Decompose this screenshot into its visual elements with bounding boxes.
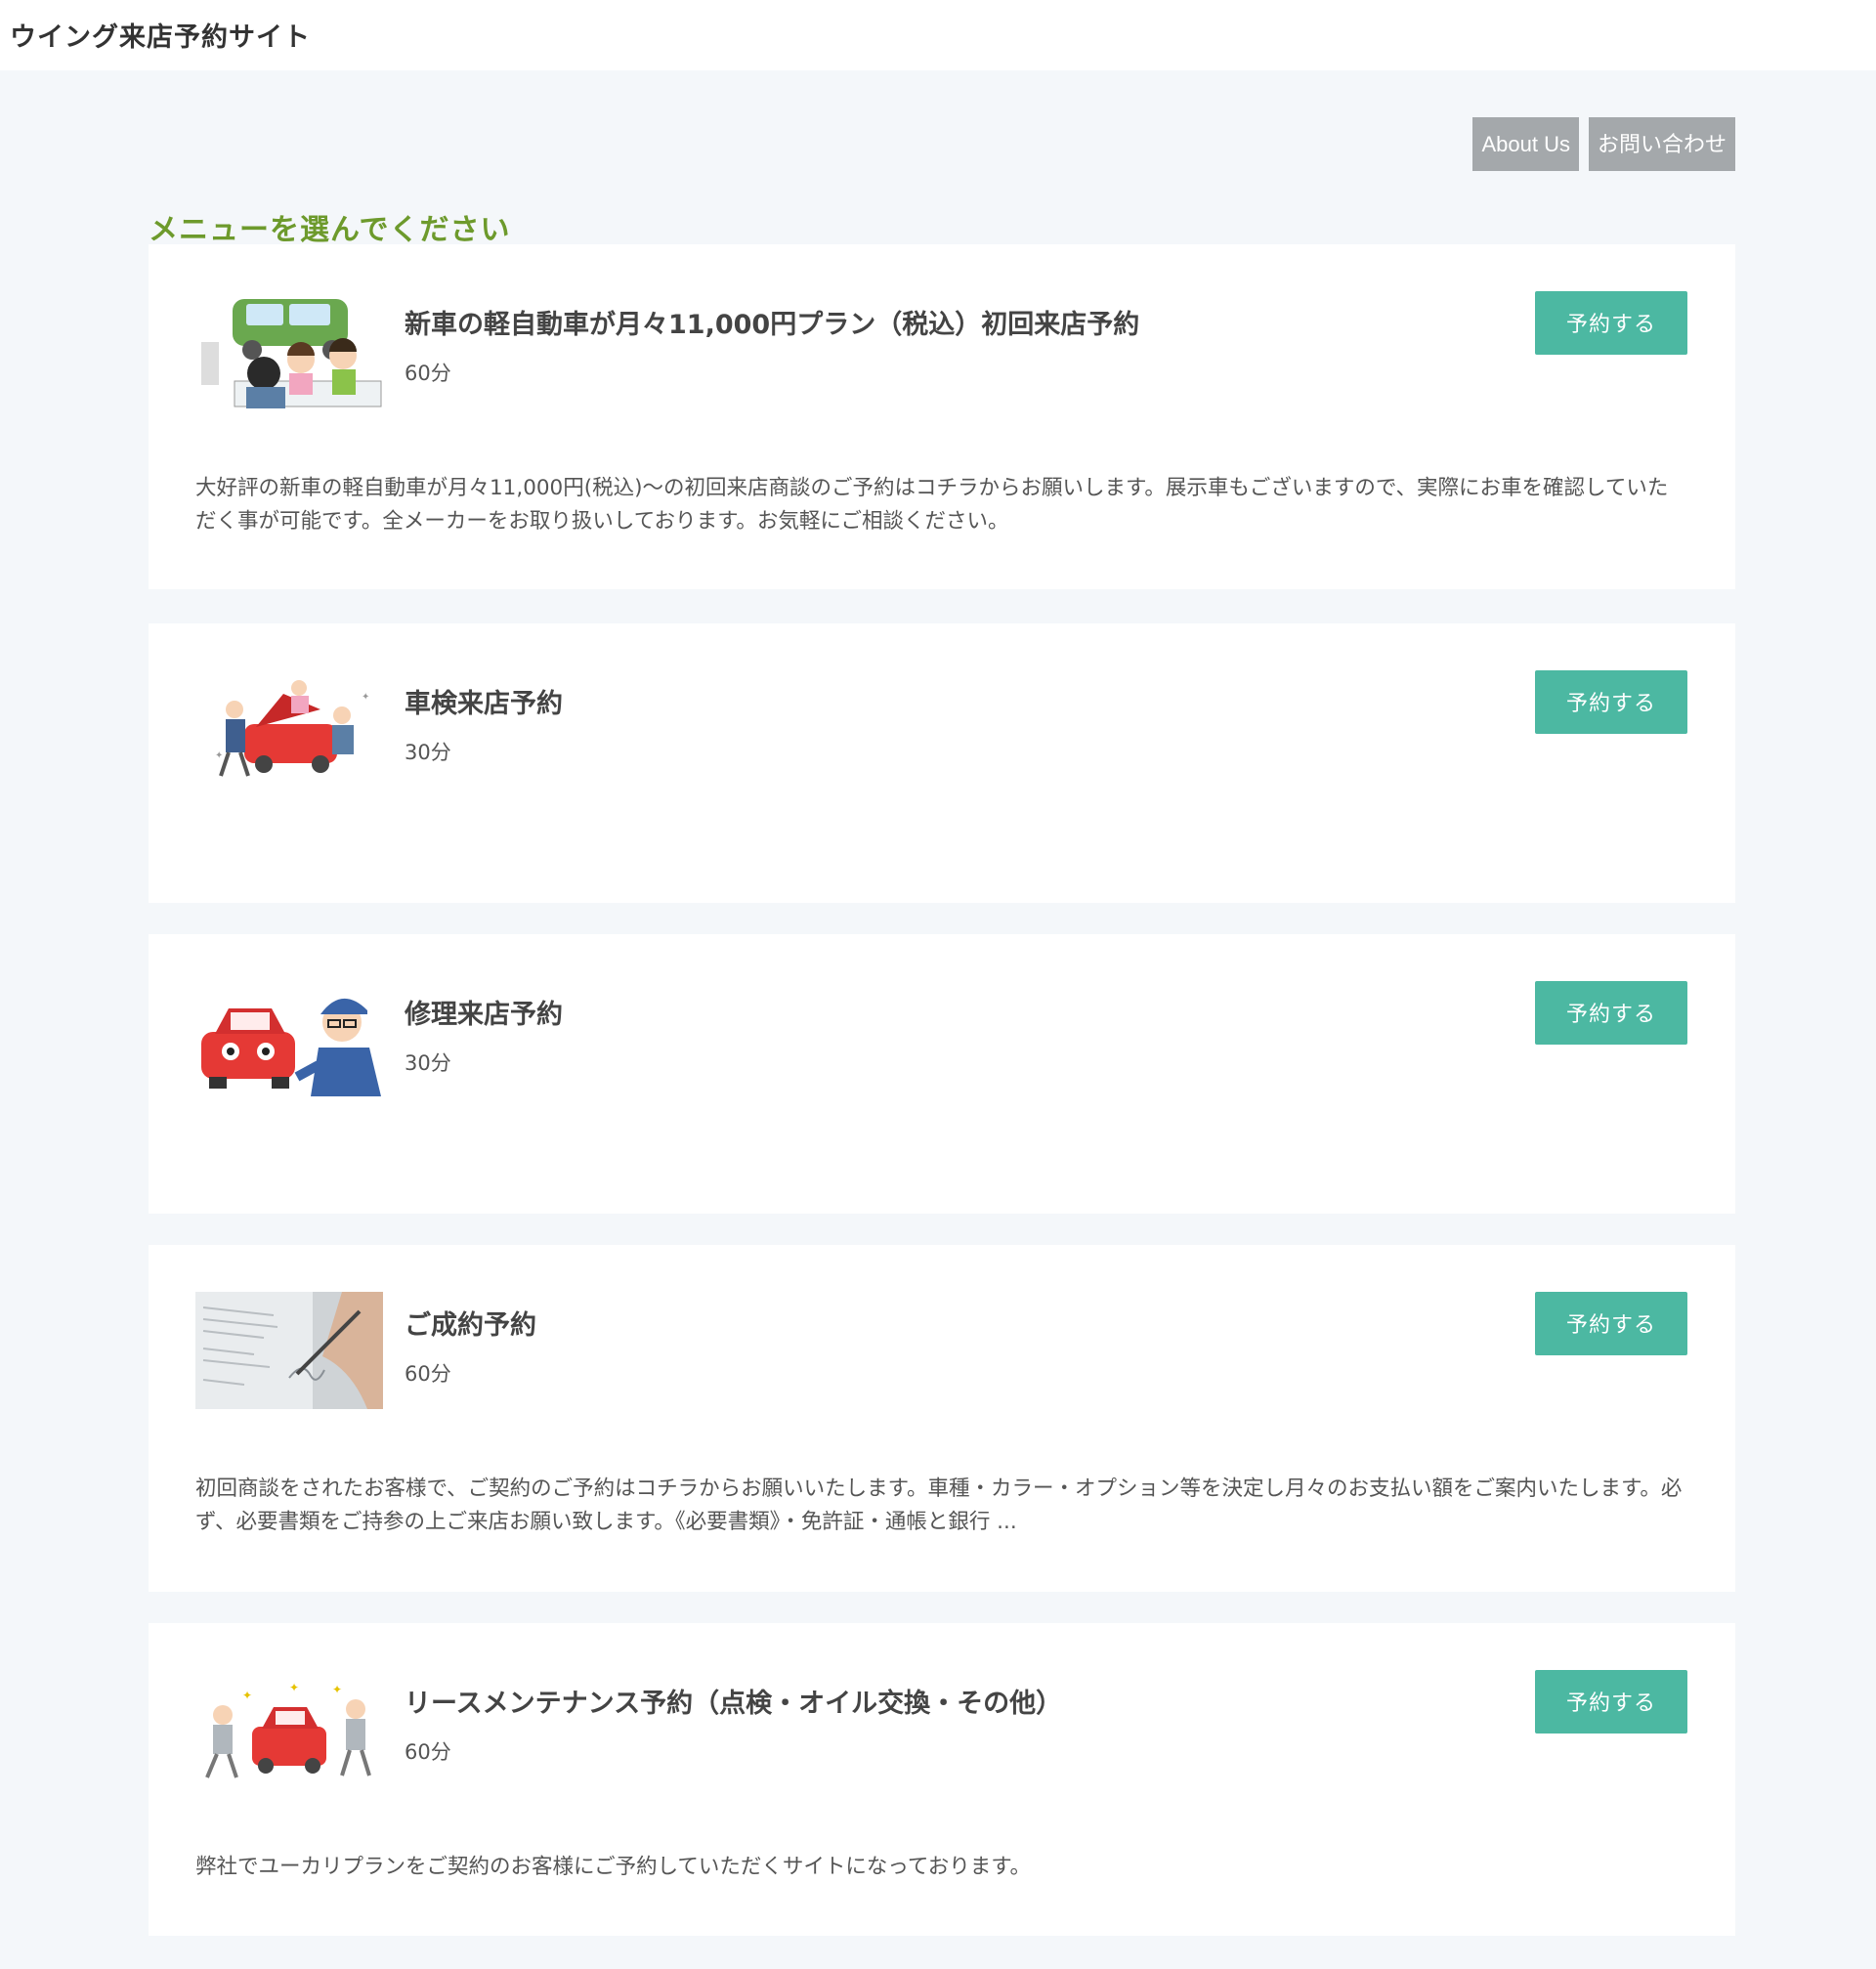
menu-duration: 30分 [405,741,451,764]
site-title[interactable]: ウイング来店予約サイト [10,16,311,54]
site-header: ウイング来店予約サイト [0,0,1876,70]
car-inspection-image: ✦ ✦ [195,670,383,788]
reserve-button[interactable]: 予約する [1535,1292,1687,1355]
contract-signing-image [195,1292,383,1409]
menu-description: 初回商談をされたお客様で、ご契約のご予約はコチラからお願いいたします。車種・カラ… [195,1477,1683,1534]
menu-duration: 30分 [405,1051,451,1075]
reserve-button[interactable]: 予約する [1535,291,1687,355]
menu-description: 弊社でユーカリプランをご契約のお客様にご予約していただくサイトになっております。 [195,1855,1032,1879]
menu-title[interactable]: 新車の軽自動車が月々11,000円プラン（税込）初回来店予約 [405,303,1139,341]
reserve-button[interactable]: 予約する [1535,670,1687,734]
svg-text:✦: ✦ [242,1689,252,1702]
car-repair-image [195,981,383,1098]
menu-card-new-car: 新車の軽自動車が月々11,000円プラン（税込）初回来店予約 60分 予約する … [149,244,1735,589]
lease-maintenance-image: ✦ ✦ ✦ [195,1670,383,1787]
menu-duration: 60分 [405,1362,451,1386]
menu-title[interactable]: 修理来店予約 [405,993,563,1031]
menu-card-repair: 修理来店予約 30分 予約する [149,934,1735,1214]
menu-duration: 60分 [405,362,451,385]
reserve-button[interactable]: 予約する [1535,981,1687,1045]
section-heading: メニューを選んでください [149,213,511,247]
menu-duration: 60分 [405,1740,451,1764]
reserve-button[interactable]: 予約する [1535,1670,1687,1734]
menu-card-contract: ご成約予約 60分 予約する 初回商談をされたお客様で、ご契約のご予約はコチラか… [149,1245,1735,1592]
menu-card-inspection: ✦ ✦ 車検来店予約 30分 予約する [149,623,1735,903]
svg-text:✦: ✦ [362,692,369,703]
svg-text:✦: ✦ [289,1681,299,1694]
menu-title[interactable]: 車検来店予約 [405,682,563,720]
menu-card-lease-maintenance: ✦ ✦ ✦ リースメンテナンス予約（点検・オイル交換・その他） 60分 予約する… [149,1623,1735,1936]
new-car-consultation-image [195,291,383,408]
menu-title[interactable]: ご成約予約 [405,1304,536,1342]
svg-text:✦: ✦ [332,1683,342,1696]
top-nav: About Us お問い合わせ [1472,117,1735,171]
about-us-button[interactable]: About Us [1472,117,1579,171]
contact-button[interactable]: お問い合わせ [1588,117,1735,171]
menu-title[interactable]: リースメンテナンス予約（点検・オイル交換・その他） [405,1682,1062,1720]
menu-description: 大好評の新車の軽自動車が月々11,000円(税込)〜の初回来店商談のご予約はコチ… [195,476,1669,534]
svg-text:✦: ✦ [215,750,223,761]
